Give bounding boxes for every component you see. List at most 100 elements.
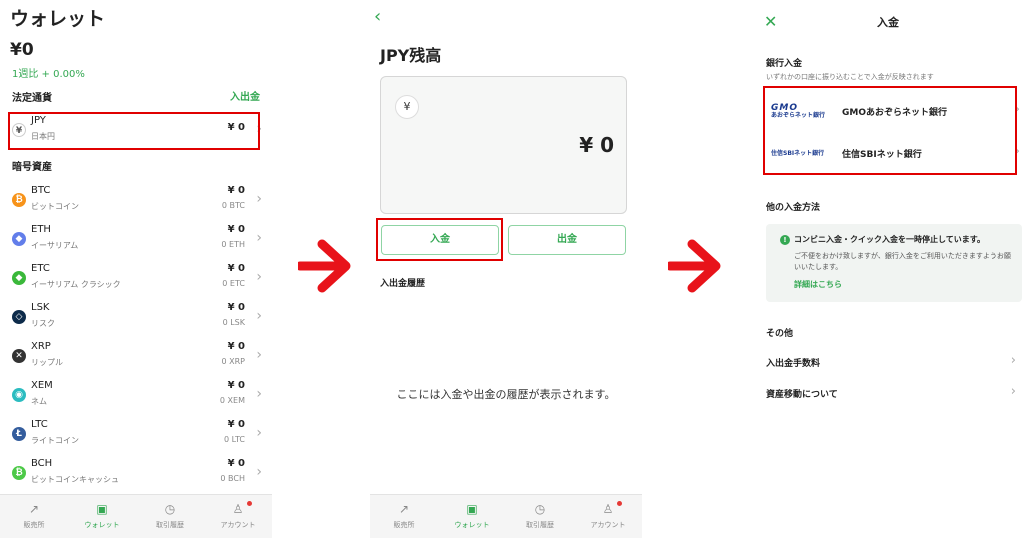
chevron-right-icon: › (256, 191, 262, 207)
asset-quantity: 0 ETC (222, 279, 245, 288)
info-icon: ! (780, 235, 790, 245)
asset-name: リップル (31, 358, 63, 367)
chevron-right-icon: › (1010, 384, 1016, 399)
ripple-icon: ✕ (12, 349, 26, 363)
asset-row-ltc[interactable]: Ł LTC ライトコイン ¥ 0 0 LTC › (0, 416, 272, 454)
yen-icon: ¥ (395, 95, 419, 119)
other-methods-header: 他の入金方法 (766, 203, 821, 213)
page-title: JPY残高 (380, 46, 442, 65)
chevron-right-icon: › (1010, 353, 1016, 368)
bank-section-header: 銀行入金 (766, 59, 803, 69)
account-icon: ♙ (574, 501, 642, 517)
asset-symbol: BCH (31, 458, 53, 469)
arrow-right-icon (298, 239, 351, 293)
fee-link[interactable]: 入出金手数料 › (752, 352, 1024, 376)
asset-row-xrp[interactable]: ✕ XRP リップル ¥ 0 0 XRP › (0, 338, 272, 376)
asset-quantity: 0 LTC (224, 435, 245, 444)
bitcoin-cash-icon: ₿ (12, 466, 26, 480)
tab-chart[interactable]: ↗ 販売所 (370, 501, 438, 530)
total-balance: ¥0 (10, 40, 34, 60)
asset-name: ビットコインキャッシュ (31, 475, 119, 484)
asset-name: ビットコイン (31, 202, 79, 211)
tab-label: アカウント (590, 521, 626, 529)
balance-card: ¥ ¥ 0 (380, 76, 627, 214)
bottom-tab-bar: ↗ 販売所 ▣ ウォレット ◷ 取引履歴 ♙ アカウント (0, 494, 272, 538)
tab-label: アカウント (220, 521, 256, 529)
chevron-right-icon: › (256, 347, 262, 363)
asset-row-etc[interactable]: ◆ ETC イーサリアム クラシック ¥ 0 0 ETC › (0, 260, 272, 298)
asset-row-xem[interactable]: ◉ XEM ネム ¥ 0 0 XEM › (0, 377, 272, 415)
ethereum-icon: ◆ (12, 232, 26, 246)
balance-amount: ¥ 0 (579, 133, 614, 157)
back-icon[interactable]: ‹ (374, 6, 381, 27)
bitcoin-icon: ₿ (12, 193, 26, 207)
link-label: 資産移動について (766, 390, 838, 400)
tab-history[interactable]: ◷ 取引履歴 (136, 501, 204, 530)
asset-row-btc[interactable]: ₿ BTC ビットコイン ¥ 0 0 BTC › (0, 182, 272, 220)
bank-description: いずれかの口座に振り込むことで入金が反映されます (766, 73, 934, 81)
wallet-icon: ▣ (96, 502, 108, 516)
asset-symbol: XEM (31, 380, 53, 391)
asset-symbol: BTC (31, 185, 51, 196)
tab-label: 取引履歴 (526, 521, 554, 529)
asset-name: イーサリアム クラシック (31, 280, 121, 289)
asset-symbol: ETH (31, 224, 51, 235)
wallet-screen: ウォレット ¥0 1週比 + 0.00% 法定通貨 入出金 ¥ JPY 日本円 … (0, 0, 272, 538)
chart-icon: ↗ (398, 502, 410, 516)
asset-amount: ¥ 0 (227, 263, 245, 274)
tab-account[interactable]: ♙ アカウント (204, 501, 272, 530)
asset-quantity: 0 XRP (221, 357, 246, 366)
chevron-right-icon: › (256, 269, 262, 285)
account-icon: ♙ (204, 501, 272, 517)
asset-amount: ¥ 0 (227, 302, 245, 313)
asset-row-lsk[interactable]: ◇ LSK リスク ¥ 0 0 LSK › (0, 299, 272, 337)
asset-transfer-link[interactable]: 資産移動について › (752, 383, 1024, 407)
tab-label: 販売所 (23, 521, 45, 529)
deposit-button[interactable]: 入金 (381, 225, 499, 255)
asset-symbol: LSK (31, 302, 50, 313)
chevron-right-icon: › (256, 386, 262, 402)
notification-dot (247, 501, 252, 506)
asset-name: イーサリアム (31, 241, 79, 250)
tab-account[interactable]: ♙ アカウント (574, 501, 642, 530)
suspension-notice: ! コンビニ入金・クイック入金を一時停止しています。 ご不便をおかけ致しますが、… (766, 224, 1022, 302)
chevron-right-icon: › (256, 464, 262, 480)
tab-label: 販売所 (393, 521, 415, 529)
asset-quantity: 0 ETH (221, 240, 245, 249)
tab-wallet[interactable]: ▣ ウォレット (68, 501, 136, 530)
tab-label: ウォレット (454, 521, 490, 529)
asset-name: ネム (31, 397, 47, 406)
deposit-withdraw-link[interactable]: 入出金 (230, 88, 260, 103)
asset-name: ライトコイン (31, 436, 79, 445)
tab-history[interactable]: ◷ 取引履歴 (506, 501, 574, 530)
tab-chart[interactable]: ↗ 販売所 (0, 501, 68, 530)
asset-quantity: 0 BTC (221, 201, 245, 210)
details-link[interactable]: 詳細はこちら (794, 279, 842, 290)
litecoin-icon: Ł (12, 427, 26, 441)
lisk-icon: ◇ (12, 310, 26, 324)
asset-amount: ¥ 0 (227, 419, 245, 430)
link-label: 入出金手数料 (766, 359, 821, 369)
asset-amount: ¥ 0 (227, 185, 245, 196)
jpy-balance-screen: ‹ JPY残高 ¥ ¥ 0 入金 出金 入出金履歴 ここには入金や出金の履歴が表… (370, 0, 642, 538)
bottom-tab-bar: ↗ 販売所 ▣ ウォレット ◷ 取引履歴 ♙ アカウント (370, 494, 642, 538)
notice-body: ご不便をおかけ致しますが、銀行入金をご利用いただきますようお願いいたします。 (794, 252, 1011, 271)
weekly-change: 1週比 + 0.00% (12, 69, 85, 80)
notification-dot (617, 501, 622, 506)
asset-symbol: XRP (31, 341, 51, 352)
highlight-box (8, 112, 260, 150)
history-icon: ◷ (534, 502, 546, 516)
ethereum-classic-icon: ◆ (12, 271, 26, 285)
asset-row-eth[interactable]: ◆ ETH イーサリアム ¥ 0 0 ETH › (0, 221, 272, 259)
wallet-icon: ▣ (466, 502, 478, 516)
tab-label: 取引履歴 (156, 521, 184, 529)
withdraw-button[interactable]: 出金 (508, 225, 626, 255)
nem-icon: ◉ (12, 388, 26, 402)
asset-name: リスク (31, 319, 55, 328)
notice-title: コンビニ入金・クイック入金を一時停止しています。 (794, 235, 985, 244)
tab-wallet[interactable]: ▣ ウォレット (438, 501, 506, 530)
history-header: 入出金履歴 (380, 279, 426, 289)
chevron-right-icon: › (256, 230, 262, 246)
asset-row-bch[interactable]: ₿ BCH ビットコインキャッシュ ¥ 0 0 BCH › (0, 455, 272, 493)
page-title: ウォレット (10, 8, 106, 30)
